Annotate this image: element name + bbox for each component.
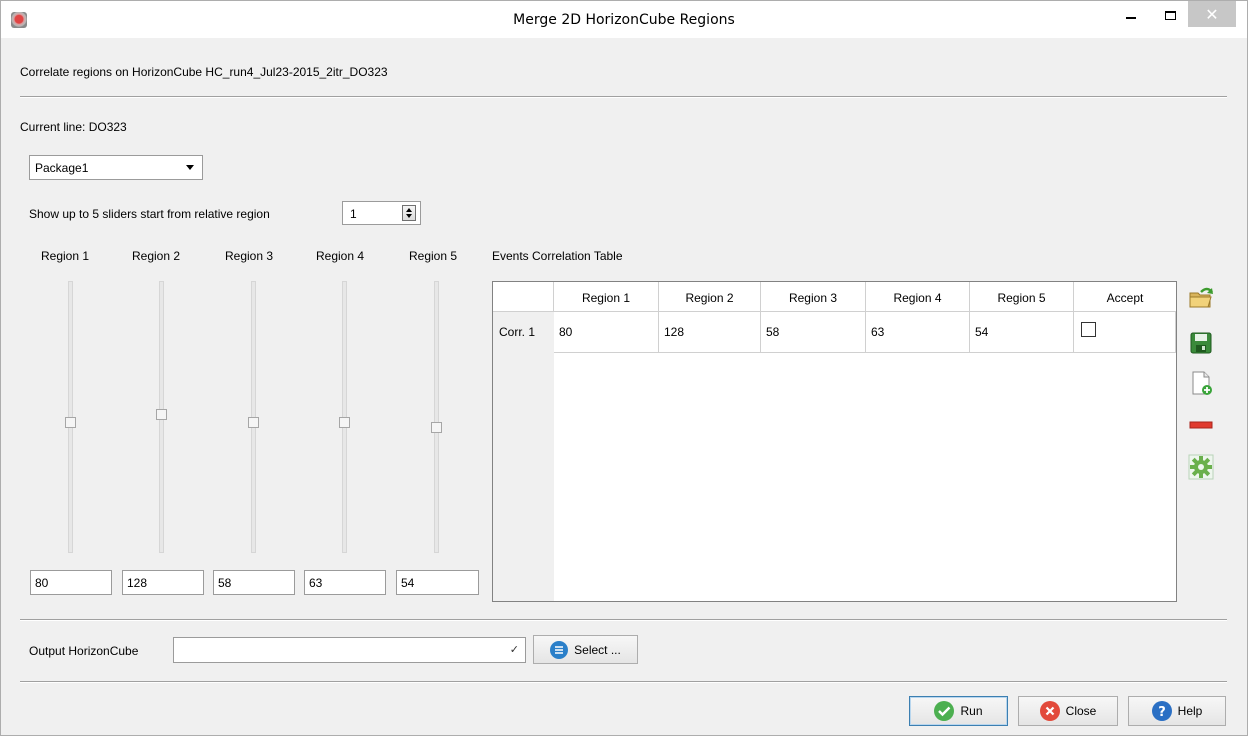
table-cell[interactable]: 58 <box>761 312 866 353</box>
table-cell[interactable]: 128 <box>659 312 761 353</box>
output-horizoncube-field[interactable]: ✓ <box>173 637 526 663</box>
new-document-icon[interactable] <box>1187 369 1215 397</box>
title-bar[interactable]: Merge 2D HorizonCube Regions ✕ <box>1 1 1247 38</box>
close-button[interactable]: Close <box>1018 696 1118 726</box>
region-2-label: Region 2 <box>132 249 181 263</box>
svg-text:?: ? <box>1158 705 1166 720</box>
current-line-label: Current line: DO323 <box>20 120 127 134</box>
spinner-buttons[interactable] <box>402 205 416 221</box>
save-icon[interactable] <box>1187 328 1215 356</box>
description-label: Correlate regions on HorizonCube HC_run4… <box>20 65 388 79</box>
minimize-icon <box>1126 16 1136 19</box>
chevron-down-icon[interactable]: ✓ <box>510 643 519 656</box>
column-header-region-1[interactable]: Region 1 <box>554 282 659 312</box>
maximize-button[interactable] <box>1147 1 1193 30</box>
accept-checkbox[interactable] <box>1081 322 1096 337</box>
region-5-value-field[interactable]: 54 <box>396 570 479 595</box>
row-header-corr-1[interactable]: Corr. 1 <box>493 312 554 353</box>
region-2-value-field[interactable]: 128 <box>122 570 204 595</box>
region-1-slider-thumb[interactable] <box>65 417 76 428</box>
middle-separator <box>20 619 1227 621</box>
region-5-slider-thumb[interactable] <box>431 422 442 433</box>
table-cell[interactable]: 63 <box>866 312 970 353</box>
region-1-value-field[interactable]: 80 <box>30 570 112 595</box>
run-button[interactable]: Run <box>909 696 1008 726</box>
select-button-label: Select ... <box>574 642 621 657</box>
checkmark-icon <box>934 701 955 721</box>
region-4-slider-thumb[interactable] <box>339 417 350 428</box>
column-header-region-4[interactable]: Region 4 <box>866 282 970 312</box>
region-1-label: Region 1 <box>41 249 90 263</box>
help-icon: ? <box>1151 701 1172 721</box>
column-header-accept[interactable]: Accept <box>1074 282 1176 312</box>
settings-gear-icon[interactable] <box>1187 453 1215 481</box>
remove-icon[interactable] <box>1187 411 1215 439</box>
column-header-region-3[interactable]: Region 3 <box>761 282 866 312</box>
bottom-separator <box>20 681 1227 683</box>
help-button[interactable]: ? Help <box>1128 696 1226 726</box>
region-4-label: Region 4 <box>316 249 365 263</box>
region-2-slider-thumb[interactable] <box>156 409 167 420</box>
start-region-spinner[interactable]: 1 <box>342 201 421 225</box>
close-button-label: Close <box>1065 704 1097 718</box>
region-3-slider-thumb[interactable] <box>248 417 259 428</box>
open-folder-icon[interactable] <box>1187 284 1215 312</box>
window-title: Merge 2D HorizonCube Regions <box>513 12 735 28</box>
package-dropdown-value: Package1 <box>35 161 89 175</box>
cancel-icon <box>1039 701 1060 721</box>
table-cell[interactable]: 54 <box>970 312 1074 353</box>
slider-count-label: Show up to 5 sliders start from relative… <box>29 207 270 221</box>
spin-down-icon[interactable] <box>406 214 412 218</box>
table-corner <box>493 282 554 312</box>
select-button[interactable]: Select ... <box>533 635 638 664</box>
window-close-button[interactable]: ✕ <box>1188 1 1236 27</box>
close-icon: ✕ <box>1205 4 1219 24</box>
package-dropdown[interactable]: Package1 <box>29 155 203 180</box>
column-header-region-5[interactable]: Region 5 <box>970 282 1074 312</box>
list-icon <box>550 640 569 659</box>
column-header-region-2[interactable]: Region 2 <box>659 282 761 312</box>
region-3-label: Region 3 <box>225 249 274 263</box>
events-correlation-table[interactable]: Region 1 Region 2 Region 3 Region 4 Regi… <box>492 281 1177 602</box>
maximize-icon <box>1164 11 1176 20</box>
region-3-value-field[interactable]: 58 <box>213 570 295 595</box>
table-cell[interactable]: 80 <box>554 312 659 353</box>
dialog-window: Merge 2D HorizonCube Regions ✕ Correlate… <box>0 0 1248 736</box>
run-button-label: Run <box>960 704 983 718</box>
help-button-label: Help <box>1177 704 1203 718</box>
region-4-value-field[interactable]: 63 <box>304 570 386 595</box>
top-separator <box>20 96 1227 98</box>
table-title: Events Correlation Table <box>492 249 623 263</box>
output-horizoncube-label: Output HorizonCube <box>29 644 139 658</box>
table-cell-accept[interactable] <box>1074 312 1176 353</box>
region-5-label: Region 5 <box>409 249 458 263</box>
spin-up-icon[interactable] <box>406 208 412 212</box>
start-region-value: 1 <box>350 207 357 221</box>
dropdown-arrow-icon <box>186 165 194 170</box>
region-5-slider[interactable] <box>434 281 439 553</box>
